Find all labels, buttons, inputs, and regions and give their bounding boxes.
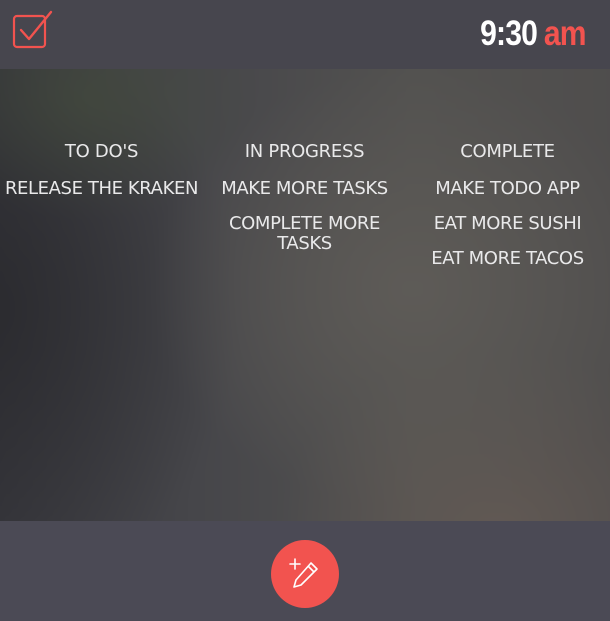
column-in-progress: IN PROGRESS MAKE MORE TASKS COMPLETE MOR… <box>203 141 406 269</box>
task-item[interactable]: EAT MORE TACOS <box>406 249 609 269</box>
task-item[interactable]: COMPLETE MORE TASKS <box>220 214 390 254</box>
clock: 9:30 am <box>480 14 587 54</box>
todo-app: 9:30 am TO DO'S RELEASE THE KRAKEN IN PRO… <box>0 0 610 621</box>
blurred-background <box>0 69 610 521</box>
add-task-button[interactable] <box>271 540 339 608</box>
clock-period: am <box>544 14 587 53</box>
task-item[interactable]: MAKE TODO APP <box>406 179 609 199</box>
column-header-in-progress: IN PROGRESS <box>244 141 365 162</box>
clock-time: 9:30 <box>480 14 539 53</box>
checkbox-checked-icon[interactable] <box>12 10 54 52</box>
task-board: TO DO'S RELEASE THE KRAKEN IN PROGRESS M… <box>0 69 610 521</box>
column-header-todo: TO DO'S <box>64 141 139 162</box>
task-item[interactable]: MAKE MORE TASKS <box>203 179 406 199</box>
column-complete: COMPLETE MAKE TODO APP EAT MORE SUSHI EA… <box>406 141 609 284</box>
bottom-bar <box>0 521 610 621</box>
column-header-complete: COMPLETE <box>460 141 555 162</box>
task-item[interactable]: EAT MORE SUSHI <box>406 214 609 234</box>
add-edit-pencil-icon <box>289 558 318 588</box>
top-bar: 9:30 am <box>0 0 610 69</box>
task-item[interactable]: RELEASE THE KRAKEN <box>0 179 203 199</box>
column-todo: TO DO'S RELEASE THE KRAKEN <box>0 141 203 214</box>
